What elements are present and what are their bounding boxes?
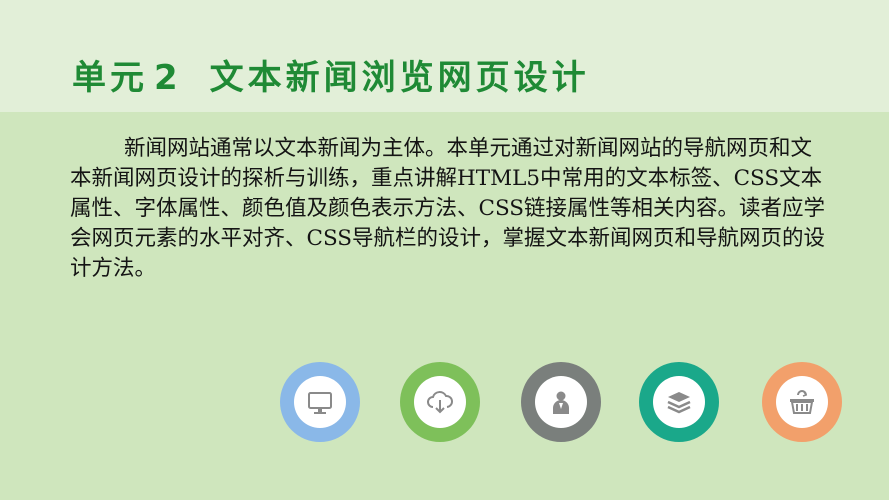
monitor-icon (308, 392, 332, 414)
title-subject: 文本新闻浏览网页设计 (209, 58, 590, 98)
cloud-download-icon (427, 391, 453, 414)
basket-icon (790, 390, 814, 414)
page-title: 单元 2 文本新闻浏览网页设计 (72, 50, 590, 99)
basket-button[interactable] (762, 362, 842, 442)
stack-button[interactable] (639, 362, 719, 442)
icon-row (0, 362, 889, 442)
intro-paragraph: 新闻网站通常以文本新闻为主体。本单元通过对新闻网站的导航网页和文本新闻网页设计的… (70, 136, 826, 281)
monitor-button[interactable] (280, 362, 360, 442)
title-number: 2 (154, 58, 182, 98)
title-unit: 单元 (72, 58, 148, 98)
user-icon (553, 391, 569, 414)
user-button[interactable] (521, 362, 601, 442)
stack-icon (667, 392, 691, 414)
cloud-download-button[interactable] (400, 362, 480, 442)
